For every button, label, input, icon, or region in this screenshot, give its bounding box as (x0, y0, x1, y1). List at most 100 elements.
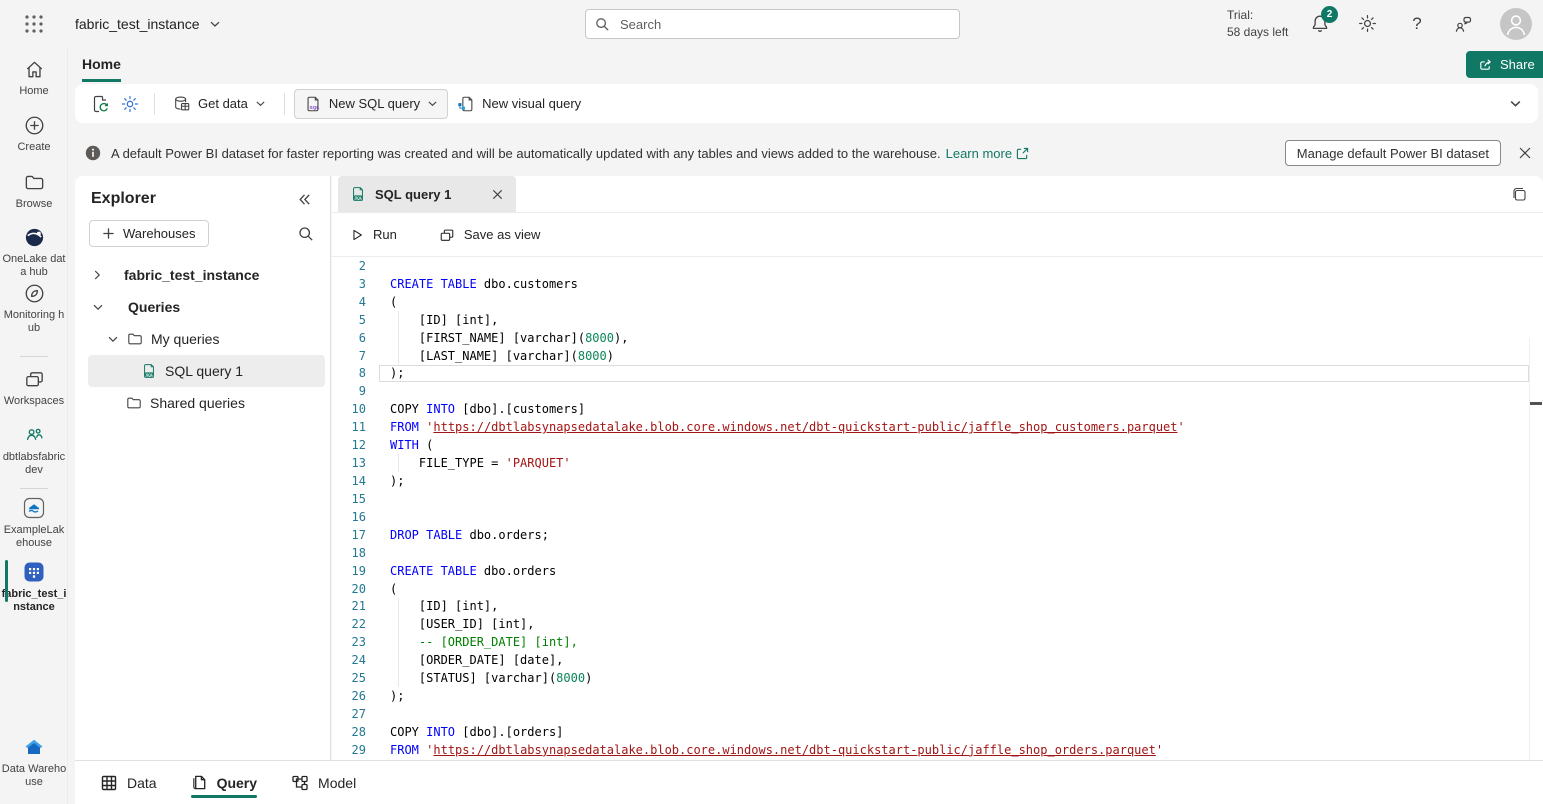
refresh-dataset-icon[interactable] (85, 89, 115, 119)
code-line[interactable]: 18 (332, 544, 1543, 562)
line-number[interactable]: 2 (332, 259, 366, 273)
code-line[interactable]: 20( (332, 580, 1543, 598)
nav-onelake-data-hub[interactable]: OneLake data hub (0, 226, 68, 279)
line-number[interactable]: 6 (332, 331, 366, 345)
line-number[interactable]: 28 (332, 725, 366, 739)
tree-item-queries[interactable]: Queries (75, 291, 330, 323)
code-line[interactable]: 29FROM 'https://dbtlabsynapsedatalake.bl… (332, 741, 1543, 759)
line-number[interactable]: 21 (332, 599, 366, 613)
line-number[interactable]: 19 (332, 564, 366, 578)
collapse-panel-icon[interactable] (297, 192, 312, 207)
explorer-search-icon[interactable] (298, 226, 314, 242)
line-number[interactable]: 27 (332, 707, 366, 721)
help-icon[interactable]: ? (1406, 13, 1428, 35)
nav-item-fabric-test-instance[interactable]: fabric_test_instance (0, 560, 68, 614)
nav-workspaces[interactable]: Workspaces (0, 368, 68, 408)
line-number[interactable]: 25 (332, 671, 366, 685)
search-input[interactable] (618, 16, 950, 33)
line-number[interactable]: 26 (332, 689, 366, 703)
line-number[interactable]: 20 (332, 582, 366, 596)
nav-home[interactable]: Home (0, 58, 68, 98)
code-line[interactable]: 10COPY INTO [dbo].[customers] (332, 400, 1543, 418)
line-number[interactable]: 5 (332, 313, 366, 327)
code-line[interactable]: 17DROP TABLE dbo.orders; (332, 526, 1543, 544)
line-number[interactable]: 12 (332, 438, 366, 452)
line-number[interactable]: 4 (332, 295, 366, 309)
settings-gear-icon[interactable] (1357, 13, 1379, 35)
share-button[interactable]: Share (1466, 51, 1543, 78)
code-line[interactable]: 22 [USER_ID] [int], (332, 615, 1543, 633)
collapse-ribbon-chevron-icon[interactable] (1509, 97, 1522, 110)
nav-create[interactable]: Create (0, 114, 68, 154)
nav-monitoring-hub[interactable]: Monitoring hub (0, 282, 68, 335)
code-line[interactable]: 5 [ID] [int], (332, 311, 1543, 329)
code-line[interactable]: 24 [ORDER_DATE] [date], (332, 651, 1543, 669)
learn-more-link[interactable]: Learn more (946, 146, 1029, 161)
line-number[interactable]: 29 (332, 743, 366, 757)
ribbon-tab-home[interactable]: Home (82, 56, 121, 82)
line-number[interactable]: 14 (332, 474, 366, 488)
tab-sql-query-1[interactable]: SQL SQL query 1 (338, 176, 516, 212)
code-line[interactable]: 28COPY INTO [dbo].[orders] (332, 723, 1543, 741)
code-line[interactable]: 14); (332, 472, 1543, 490)
code-line[interactable]: 21 [ID] [int], (332, 598, 1543, 616)
line-number[interactable]: 9 (332, 384, 366, 398)
code-line[interactable]: 15 (332, 490, 1543, 508)
line-number[interactable]: 13 (332, 456, 366, 470)
code-line[interactable]: 8); (332, 365, 1543, 383)
nav-workspace-dbtlabsfabricdev[interactable]: dbtlabsfabricdev (0, 424, 68, 477)
sql-code-editor[interactable]: 2 3CREATE TABLE dbo.customers4(5 [ID] [in… (332, 257, 1543, 760)
line-number[interactable]: 8 (332, 366, 366, 380)
new-sql-query-button[interactable]: SQL New SQL query (294, 89, 448, 119)
manage-default-dataset-button[interactable]: Manage default Power BI dataset (1285, 140, 1501, 166)
new-visual-query-button[interactable]: New visual query (448, 89, 590, 119)
tab-list-icon[interactable] (1511, 186, 1529, 204)
feedback-icon[interactable] (1452, 13, 1474, 35)
code-line[interactable]: 2 (332, 257, 1543, 275)
view-tab-data[interactable]: Data (100, 761, 157, 804)
code-line[interactable]: 16 (332, 508, 1543, 526)
add-warehouses-button[interactable]: Warehouses (89, 220, 209, 247)
tree-item-my-queries[interactable]: My queries (75, 323, 330, 355)
code-line[interactable]: 4( (332, 293, 1543, 311)
app-launcher-icon[interactable] (24, 14, 44, 34)
get-data-button[interactable]: Get data (164, 89, 275, 119)
line-number[interactable]: 3 (332, 277, 366, 291)
nav-browse[interactable]: Browse (0, 171, 68, 211)
code-line[interactable]: 11FROM 'https://dbtlabsynapsedatalake.bl… (332, 418, 1543, 436)
code-line[interactable]: 26); (332, 687, 1543, 705)
nav-item-examplelakehouse[interactable]: ExampleLakehouse (0, 496, 68, 550)
workspace-switcher[interactable]: fabric_test_instance (75, 0, 221, 48)
save-as-view-button[interactable]: Save as view (439, 227, 541, 243)
user-avatar[interactable] (1500, 8, 1532, 40)
nav-data-warehouse[interactable]: Data Warehouse (0, 735, 68, 789)
line-number[interactable]: 16 (332, 510, 366, 524)
code-line[interactable]: 19CREATE TABLE dbo.orders (332, 562, 1543, 580)
line-number[interactable]: 10 (332, 402, 366, 416)
tree-item-shared-queries[interactable]: Shared queries (75, 387, 330, 419)
code-line[interactable]: 23 -- [ORDER_DATE] [int], (332, 633, 1543, 651)
line-number[interactable]: 22 (332, 617, 366, 631)
tree-item-warehouse[interactable]: fabric_test_instance (75, 259, 330, 291)
code-line[interactable]: 25 [STATUS] [varchar](8000) (332, 669, 1543, 687)
line-number[interactable]: 24 (332, 653, 366, 667)
code-line[interactable]: 6 [FIRST_NAME] [varchar](8000), (332, 329, 1543, 347)
view-tab-query[interactable]: Query (191, 761, 257, 804)
line-number[interactable]: 17 (332, 528, 366, 542)
line-number[interactable]: 7 (332, 349, 366, 363)
line-number[interactable]: 23 (332, 635, 366, 649)
view-tab-model[interactable]: Model (291, 761, 356, 804)
code-line[interactable]: 7 [LAST_NAME] [varchar](8000) (332, 347, 1543, 365)
settings-gear-blue-icon[interactable] (115, 89, 145, 119)
code-line[interactable]: 3CREATE TABLE dbo.customers (332, 275, 1543, 293)
code-line[interactable]: 9 (332, 382, 1543, 400)
line-number[interactable]: 18 (332, 546, 366, 560)
tree-item-sql-query-1[interactable]: SQL SQL query 1 (88, 355, 325, 387)
tab-close-icon[interactable] (491, 188, 504, 201)
line-number[interactable]: 15 (332, 492, 366, 506)
code-line[interactable]: 27 (332, 705, 1543, 723)
code-line[interactable]: 13 FILE_TYPE = 'PARQUET' (332, 454, 1543, 472)
run-button[interactable]: Run (350, 227, 397, 242)
line-number[interactable]: 11 (332, 420, 366, 434)
banner-close-icon[interactable] (1517, 145, 1533, 161)
